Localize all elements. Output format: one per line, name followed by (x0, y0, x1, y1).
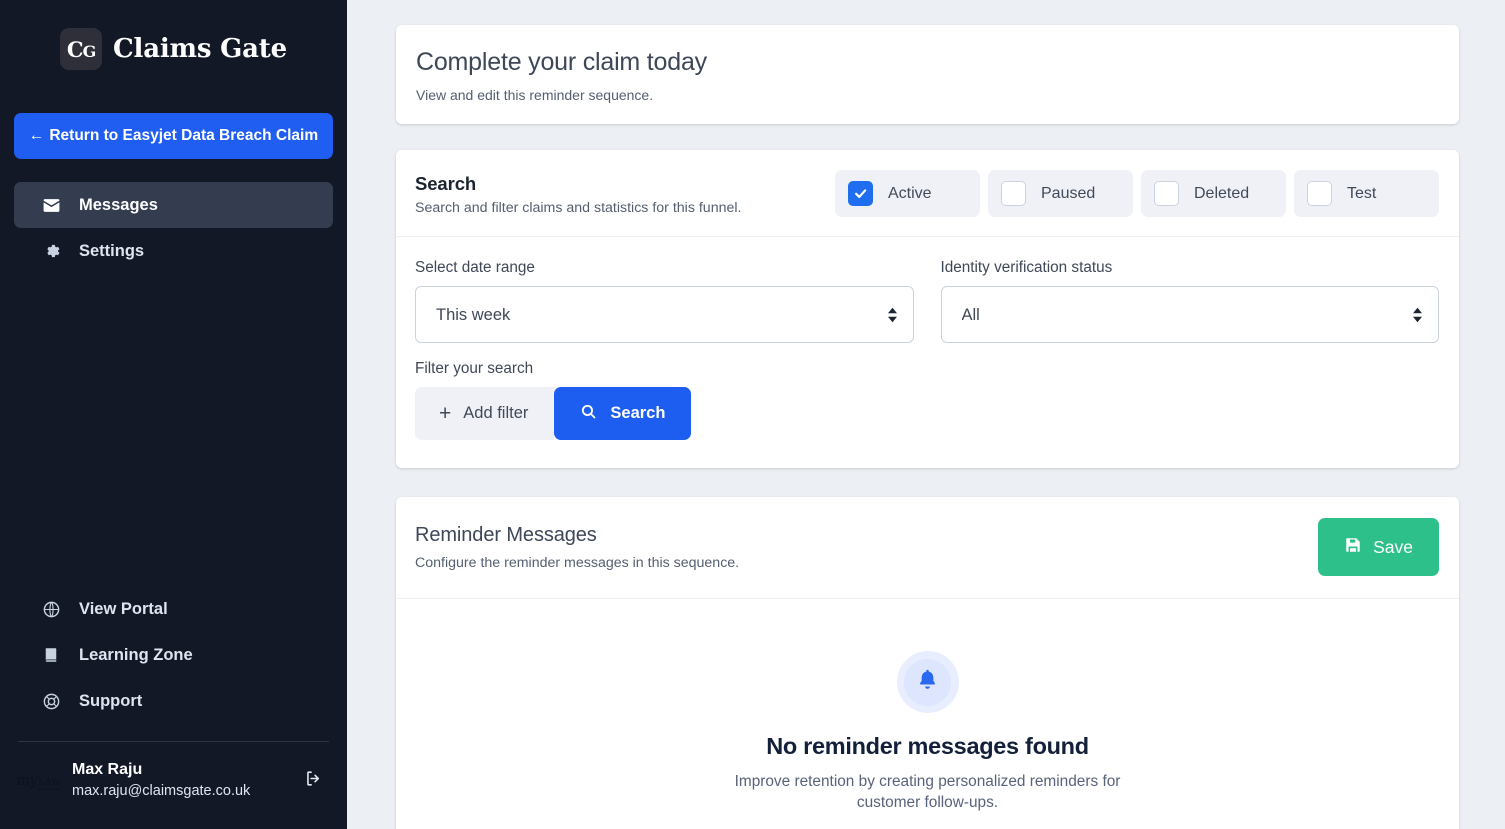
identity-status-label: Identity verification status (940, 259, 1113, 276)
sidebar-item-settings-label: Settings (79, 241, 145, 260)
reminder-empty-state: No reminder messages found Improve reten… (396, 599, 1459, 829)
status-filter-active-label: Active (888, 184, 932, 202)
filter-your-search-block: Filter your search + Add filter Search (415, 360, 1439, 440)
date-range-label: Select date range (415, 259, 535, 276)
sidebar-item-learning-zone-label: Learning Zone (79, 645, 193, 664)
filter-button-row: + Add filter Search (415, 387, 1439, 440)
reminder-messages-card: Reminder Messages Configure the reminder… (396, 497, 1459, 829)
sidebar-item-messages-label: Messages (79, 195, 158, 214)
envelope-icon (41, 196, 61, 215)
logout-button[interactable] (300, 765, 327, 795)
mylaw-suffix: LAW (38, 778, 61, 791)
user-email: max.raju@claimsgate.co.uk (71, 782, 251, 799)
bell-icon-outer-ring (896, 651, 959, 713)
brand-name: Claims Gate (113, 34, 287, 64)
logo-letter-g: G (82, 42, 97, 61)
claims-gate-logo-icon: CG (60, 28, 103, 70)
gear-icon (41, 242, 61, 260)
date-range-select-wrap: This week (415, 286, 914, 343)
app-root: CG Claims Gate ← Return to Easyjet Data B… (0, 0, 1505, 829)
sidebar-bottom: View Portal Learning Zone Support myLAW … (0, 586, 347, 829)
status-filter-test-label: Test (1347, 184, 1377, 202)
search-card-header: Search Search and filter claims and stat… (396, 150, 1459, 237)
save-floppy-icon (1344, 536, 1362, 559)
status-filter-paused-label: Paused (1041, 184, 1096, 202)
save-label: Save (1373, 536, 1413, 557)
bell-icon (915, 667, 940, 697)
filter-fields: Select date range This week Identity ver… (415, 259, 1439, 343)
bell-icon-inner-ring (904, 658, 951, 706)
mylaw-prefix: my (16, 771, 39, 790)
sidebar-item-view-portal[interactable]: View Portal (14, 586, 333, 632)
filter-your-search-label: Filter your search (415, 360, 534, 377)
user-profile[interactable]: myLAW Max Raju max.raju@claimsgate.co.uk (0, 742, 347, 821)
main-content: Complete your claim today View and edit … (347, 0, 1505, 829)
return-to-claim-button[interactable]: ← Return to Easyjet Data Breach Claim (14, 113, 333, 160)
sidebar-item-support[interactable]: Support (14, 678, 333, 724)
checkbox-test[interactable] (1307, 181, 1332, 206)
date-range-field: Select date range This week (415, 259, 914, 343)
search-icon (580, 403, 597, 425)
user-name: Max Raju (71, 761, 143, 779)
sidebar: CG Claims Gate ← Return to Easyjet Data B… (0, 0, 347, 829)
identity-status-select-wrap: All (940, 286, 1439, 343)
checkbox-paused[interactable] (1001, 181, 1026, 206)
status-filter-active[interactable]: Active (835, 170, 980, 217)
user-info: Max Raju max.raju@claimsgate.co.uk (72, 759, 289, 801)
search-title: Search (415, 173, 477, 194)
page-header-card: Complete your claim today View and edit … (396, 25, 1459, 124)
status-filter-test[interactable]: Test (1294, 170, 1439, 217)
status-filter-group: Active Paused Deleted Test (835, 170, 1439, 217)
sidebar-item-learning-zone[interactable]: Learning Zone (14, 632, 333, 678)
reminder-header-text: Reminder Messages Configure the reminder… (415, 524, 739, 571)
reminder-subtitle: Configure the reminder messages in this … (415, 554, 740, 571)
status-filter-deleted-label: Deleted (1194, 184, 1250, 202)
search-card: Search Search and filter claims and stat… (396, 150, 1459, 468)
reminder-card-header: Reminder Messages Configure the reminder… (396, 497, 1459, 599)
page-subtitle: View and edit this reminder sequence. (416, 87, 654, 103)
empty-state-title: No reminder messages found (766, 733, 1089, 759)
status-filter-deleted[interactable]: Deleted (1141, 170, 1286, 217)
brand: CG Claims Gate (0, 0, 347, 74)
search-button-label: Search (610, 404, 666, 422)
empty-state-description: Improve retention by creating personaliz… (734, 773, 1121, 812)
search-subtitle: Search and filter claims and statistics … (415, 200, 742, 216)
return-to-claim-label: Return to Easyjet Data Breach Claim (49, 127, 319, 144)
add-filter-button[interactable]: + Add filter (415, 387, 555, 440)
primary-nav: Messages Settings (0, 182, 347, 274)
sidebar-item-settings[interactable]: Settings (14, 228, 333, 274)
save-button[interactable]: Save (1318, 518, 1439, 576)
reminder-title: Reminder Messages (415, 523, 597, 546)
sidebar-item-view-portal-label: View Portal (79, 599, 168, 618)
globe-icon (41, 600, 61, 619)
book-icon (41, 646, 61, 664)
sidebar-item-messages[interactable]: Messages (14, 182, 333, 229)
logout-icon (304, 769, 323, 791)
arrow-left-icon: ← (28, 127, 45, 144)
plus-icon: + (439, 402, 452, 425)
date-range-select[interactable]: This week (415, 286, 914, 343)
add-filter-label: Add filter (463, 404, 529, 422)
status-filter-paused[interactable]: Paused (988, 170, 1133, 217)
mylaw-logo-icon: myLAW (16, 771, 61, 791)
sidebar-item-support-label: Support (79, 691, 143, 710)
page-title: Complete your claim today (416, 48, 707, 76)
lifebuoy-icon (41, 692, 61, 711)
search-button[interactable]: Search (554, 387, 692, 440)
checkbox-deleted[interactable] (1154, 181, 1179, 206)
logo-letter-c: C (66, 36, 84, 62)
search-card-body: Select date range This week Identity ver… (396, 237, 1459, 468)
search-header-text: Search Search and filter claims and stat… (415, 171, 741, 216)
identity-status-field: Identity verification status All (940, 259, 1439, 343)
checkbox-active[interactable] (848, 181, 873, 206)
identity-status-select[interactable]: All (940, 286, 1439, 343)
